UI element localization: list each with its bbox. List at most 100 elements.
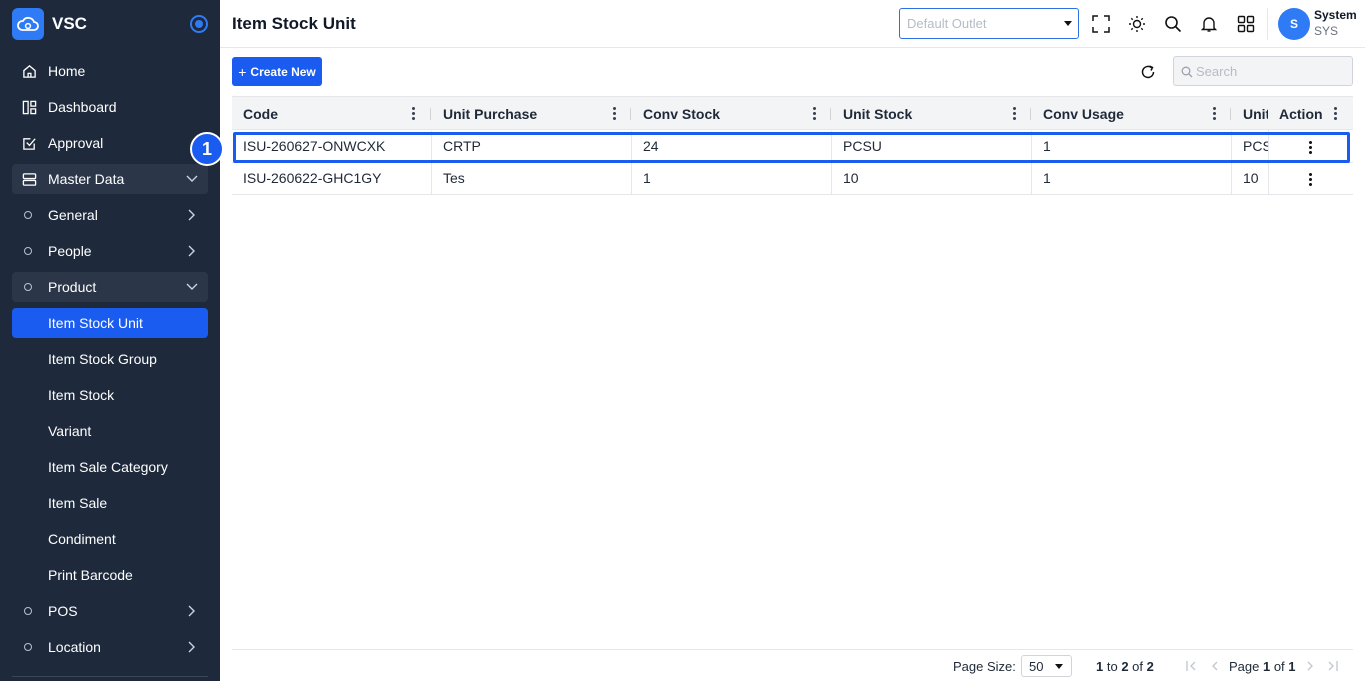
column-header-unit-stock[interactable]: Unit Stock [832,97,1032,130]
previous-page-icon[interactable] [1208,659,1220,673]
search-icon [1181,65,1193,78]
chevron-down-icon [184,171,200,187]
sidebar-item-label: Master Data [48,171,125,187]
column-resize-handle[interactable] [630,108,631,120]
sidebar-item-label: Product [48,279,97,295]
database-icon [21,171,37,187]
grid-header: Code Unit Purchase Conv Stock Unit Stock… [232,96,1353,130]
chevron-right-icon [184,639,200,655]
dashboard-icon [21,99,37,115]
column-menu-icon[interactable] [1213,107,1217,120]
first-page-icon[interactable] [1185,659,1197,673]
column-menu-icon[interactable] [1334,107,1338,120]
page-size-select[interactable]: 50 [1021,655,1072,677]
user-code: SYS [1314,24,1339,38]
search-box [1173,56,1353,86]
theme-icon[interactable] [1127,14,1147,34]
sidebar-item-label: POS [48,603,78,619]
cell-unit-purchase: CRTP [432,131,632,162]
create-new-button[interactable]: + Create New [232,57,322,86]
sidebar-item-label: People [48,243,92,259]
plus-icon: + [238,63,247,80]
sidebar-item-label: Dashboard [48,99,117,115]
sidebar-item-item-stock-group[interactable]: Item Stock Group [12,344,208,374]
avatar[interactable]: S [1278,8,1310,40]
brand[interactable]: VSC [12,8,87,40]
column-menu-icon[interactable] [613,107,617,120]
cell-conv-stock: 24 [632,131,832,162]
outlet-select-placeholder: Default Outlet [907,16,987,31]
sidebar-item-master-data[interactable]: Master Data [12,164,208,194]
fullscreen-icon[interactable] [1091,14,1111,34]
column-header-conv-stock[interactable]: Conv Stock [632,97,832,130]
sidebar-item-people[interactable]: People [12,236,208,266]
search-icon[interactable] [1163,14,1183,34]
approval-icon [21,135,37,151]
user-name: System [1314,8,1357,22]
cell-unit-stock: 10 [832,163,1032,194]
circle-icon [24,643,32,651]
sidebar-item-product[interactable]: Product [12,272,208,302]
column-resize-handle[interactable] [830,108,831,120]
column-header-action: Action [1279,106,1323,122]
sidebar-item-variant[interactable]: Variant [12,416,208,446]
table-row[interactable]: ISU-260627-ONWCXK CRTP 24 PCSU 1 PCS [232,131,1353,163]
chevron-right-icon [184,243,200,259]
row-action-menu-icon[interactable] [1309,141,1313,155]
range-from: 1 [1096,659,1104,674]
last-page-icon[interactable] [1326,659,1338,673]
sidebar-item-label: General [48,207,98,223]
sidebar-item-condiment[interactable]: Condiment [12,524,208,554]
sidebar-item-approval[interactable]: Approval [12,128,208,158]
column-resize-handle[interactable] [1030,108,1031,120]
sidebar-pin-toggle[interactable] [190,15,208,33]
brand-name: VSC [52,14,87,33]
sidebar-item-pos[interactable]: POS [12,596,208,626]
sidebar-item-label: Home [48,63,86,79]
column-resize-handle[interactable] [430,108,431,120]
column-menu-icon[interactable] [1013,107,1017,120]
sidebar-item-label: Item Sale Category [48,459,168,475]
sidebar-item-label: Item Stock Unit [48,315,143,331]
sidebar-divider [12,676,208,677]
cell-unit-purchase: Tes [432,163,632,194]
row-action-menu-icon[interactable] [1309,173,1313,187]
sidebar-item-item-sale-category[interactable]: Item Sale Category [12,452,208,482]
column-resize-handle[interactable] [1230,108,1231,120]
refresh-icon[interactable] [1138,62,1158,82]
column-header-code[interactable]: Code [232,97,432,130]
column-header-conv-usage[interactable]: Conv Usage [1032,97,1232,130]
cell-unit: PCS [1232,131,1269,162]
cell-code: ISU-260622-GHC1GY [232,163,432,194]
bell-icon[interactable] [1199,14,1219,34]
sidebar-item-label: Variant [48,423,92,439]
cell-conv-usage: 1 [1032,131,1232,162]
page-size-label: Page Size: [953,659,1016,674]
row-range-summary: 1 to 2 of 2 [1096,659,1154,674]
sidebar-item-item-stock-unit[interactable]: Item Stock Unit [12,308,208,338]
page-size-value: 50 [1029,659,1044,674]
cell-conv-stock: 1 [632,163,832,194]
column-header-unit-purchase[interactable]: Unit Purchase [432,97,632,130]
home-icon [21,63,37,79]
sidebar-item-dashboard[interactable]: Dashboard [12,92,208,122]
table-row[interactable]: ISU-260622-GHC1GY Tes 1 10 1 10 [232,163,1353,195]
circle-icon [24,283,32,291]
search-input[interactable] [1196,57,1346,85]
sidebar-item-item-sale[interactable]: Item Sale [12,488,208,518]
sidebar-item-print-barcode[interactable]: Print Barcode [12,560,208,590]
total-pages: 1 [1288,659,1296,674]
sidebar-item-general[interactable]: General [12,200,208,230]
sidebar-item-item-stock[interactable]: Item Stock [12,380,208,410]
range-to: 2 [1121,659,1129,674]
sidebar-item-location[interactable]: Location [12,632,208,662]
column-menu-icon[interactable] [412,107,416,120]
top-bar: Item Stock Unit Default Outlet S System … [220,0,1365,48]
next-page-icon[interactable] [1304,659,1316,673]
apps-icon[interactable] [1236,14,1256,34]
column-menu-icon[interactable] [813,107,817,120]
column-header-unit[interactable]: Unit [1232,97,1268,130]
circle-icon [24,607,32,615]
outlet-select[interactable]: Default Outlet [899,8,1079,39]
sidebar-item-home[interactable]: Home [12,56,208,86]
